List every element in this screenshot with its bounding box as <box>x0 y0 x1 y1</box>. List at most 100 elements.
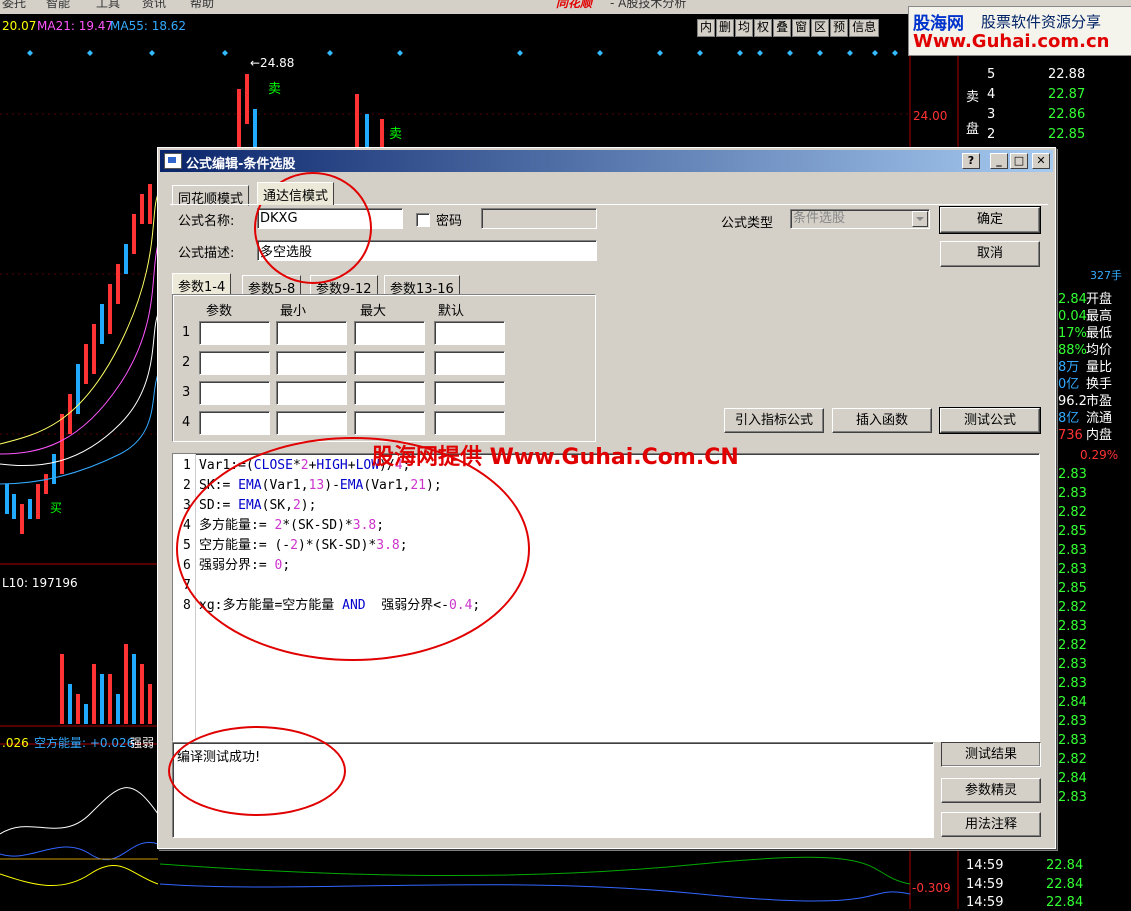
menu-help[interactable]: 帮助 <box>190 0 214 9</box>
param-max-input[interactable] <box>354 411 425 435</box>
sell-level: 4 <box>987 87 996 102</box>
param-wizard-button[interactable]: 参数精灵 <box>941 778 1041 803</box>
usage-notes-button[interactable]: 用法注释 <box>941 812 1041 837</box>
cancel-button[interactable]: 取消 <box>940 241 1040 267</box>
param-name-input[interactable] <box>199 351 270 375</box>
menu-smart[interactable]: 智能 <box>46 0 70 9</box>
line-number: 8 <box>183 598 191 613</box>
param-default-input[interactable] <box>434 411 505 435</box>
tick-price: 22.84 <box>1046 858 1084 873</box>
guhai-overlay-text: 股海网提供 Www.Guhai.Com.CN <box>372 445 739 470</box>
param-name-input[interactable] <box>199 411 270 435</box>
indicator-left-value: .026 <box>2 736 29 750</box>
param-min-input[interactable] <box>276 411 347 435</box>
stat-value: 8亿 <box>1058 411 1080 426</box>
formula-code-editor[interactable]: 1 Var1:=(CLOSE*2+HIGH+LOW)/4; 2 SK:= EMA(Va… <box>172 453 1040 742</box>
line-number: 3 <box>183 498 191 513</box>
param-name-input[interactable] <box>199 381 270 405</box>
import-indicator-button[interactable]: 引入指标公式 <box>724 408 824 433</box>
app-title: - A股技术分析 <box>610 0 687 10</box>
maximize-icon[interactable]: □ <box>1010 153 1028 169</box>
stat-key: 最低 <box>1086 326 1113 341</box>
param-max-input[interactable] <box>354 321 425 345</box>
param-max-input[interactable] <box>354 351 425 375</box>
code-line[interactable]: xg:多方能量=空方能量 AND 强弱分界<-0.4; <box>199 596 480 616</box>
dialog-title: 公式编辑-条件选股 <box>186 157 296 172</box>
formula-desc-input[interactable] <box>257 240 597 261</box>
tab-ths-mode[interactable]: 同花顺模式 <box>172 185 250 207</box>
toolbar-inner[interactable]: 内 <box>697 19 716 37</box>
dialog-titlebar[interactable]: 公式编辑-条件选股 ? _ □ ✕ <box>160 150 1053 172</box>
formula-name-input[interactable] <box>257 208 403 229</box>
chevron-down-icon[interactable] <box>912 211 928 227</box>
password-input[interactable] <box>481 208 597 229</box>
tab-params-13-16[interactable]: 参数13-16 <box>384 275 460 297</box>
menu-info[interactable]: 资讯 <box>142 0 166 9</box>
toolbar-overlay[interactable]: 叠 <box>773 19 792 37</box>
close-icon[interactable]: ✕ <box>1032 153 1050 169</box>
minimize-icon[interactable]: _ <box>990 153 1008 169</box>
param-default-input[interactable] <box>434 381 505 405</box>
tick-value: 2.82 <box>1058 600 1087 615</box>
tab-tdx-mode[interactable]: 通达信模式 <box>257 182 335 205</box>
menu-tools[interactable]: 工具 <box>96 0 120 9</box>
volume-hand: 327手 <box>1090 269 1122 282</box>
toolbar-range[interactable]: 区 <box>811 19 830 37</box>
ok-button[interactable]: 确定 <box>939 206 1041 234</box>
sell-price: 22.85 <box>1048 127 1086 142</box>
tick-time: 14:59 <box>966 858 1004 873</box>
toolbar-window[interactable]: 窗 <box>792 19 811 37</box>
guhai-watermark: 股海网 股票软件资源分享 Www.Guhai.com.cn <box>908 6 1131 56</box>
formula-type-combo[interactable]: 条件选股 <box>790 209 930 229</box>
sell-price: 22.87 <box>1048 87 1086 102</box>
tick-value: 2.83 <box>1058 467 1087 482</box>
stat-value: 0亿 <box>1058 377 1080 392</box>
tick-value: 2.85 <box>1058 524 1087 539</box>
tick-value: 2.83 <box>1058 733 1087 748</box>
help-button[interactable]: ? <box>962 153 980 169</box>
watermark-slogan: 股票软件资源分享 <box>981 13 1102 31</box>
tick-value: 2.85 <box>1058 581 1087 596</box>
param-min-input[interactable] <box>276 381 347 405</box>
param-max-input[interactable] <box>354 381 425 405</box>
tick-value: 2.82 <box>1058 505 1087 520</box>
test-formula-button[interactable]: 测试公式 <box>939 407 1041 434</box>
code-line[interactable]: SK:= EMA(Var1,13)-EMA(Var1,21); <box>199 476 442 496</box>
param-name-input[interactable] <box>199 321 270 345</box>
ma-value-current: 20.07 <box>2 19 37 33</box>
tick-value: 2.83 <box>1058 714 1087 729</box>
insert-function-button[interactable]: 插入函数 <box>832 408 932 433</box>
param-default-input[interactable] <box>434 351 505 375</box>
param-header-name: 参数 <box>206 304 233 319</box>
tick-value: 2.84 <box>1058 695 1087 710</box>
param-min-input[interactable] <box>276 351 347 375</box>
toolbar-rights[interactable]: 权 <box>754 19 773 37</box>
code-line[interactable]: 空方能量:= (-2)*(SK-SD)*3.8; <box>199 536 408 556</box>
ma55-value: MA55: 18.62 <box>110 19 187 33</box>
code-line[interactable]: SD:= EMA(SK,2); <box>199 496 316 516</box>
sell-side-label-2: 盘 <box>966 122 980 137</box>
stat-key: 市盈 <box>1086 394 1113 409</box>
code-line[interactable]: 多方能量:= 2*(SK-SD)*3.8; <box>199 516 384 536</box>
toolbar-average[interactable]: 均 <box>735 19 754 37</box>
param-min-input[interactable] <box>276 321 347 345</box>
tab-params-9-12[interactable]: 参数9-12 <box>310 275 378 297</box>
line-number: 1 <box>183 458 191 473</box>
indicator-bear-energy: 空方能量: +0.026 <box>34 736 135 750</box>
param-row-number: 3 <box>182 385 191 400</box>
toolbar-forecast[interactable]: 预 <box>830 19 849 37</box>
compile-output: 编译测试成功! <box>172 742 934 838</box>
stat-key: 量比 <box>1086 360 1113 375</box>
toolbar-delete[interactable]: 删 <box>716 19 735 37</box>
tab-params-1-4[interactable]: 参数1-4 <box>172 273 232 295</box>
tick-value: 2.83 <box>1058 676 1087 691</box>
code-line[interactable]: 强弱分界:= 0; <box>199 556 290 576</box>
indicator-strength: 强弱 <box>130 736 155 750</box>
sell-price: 22.86 <box>1048 107 1086 122</box>
toolbar-info[interactable]: 信息 <box>849 19 880 37</box>
password-checkbox[interactable] <box>416 213 430 227</box>
param-default-input[interactable] <box>434 321 505 345</box>
test-result-button[interactable]: 测试结果 <box>941 742 1041 767</box>
menu-entrust[interactable]: 委托 <box>2 0 26 9</box>
tab-params-5-8[interactable]: 参数5-8 <box>242 275 302 297</box>
